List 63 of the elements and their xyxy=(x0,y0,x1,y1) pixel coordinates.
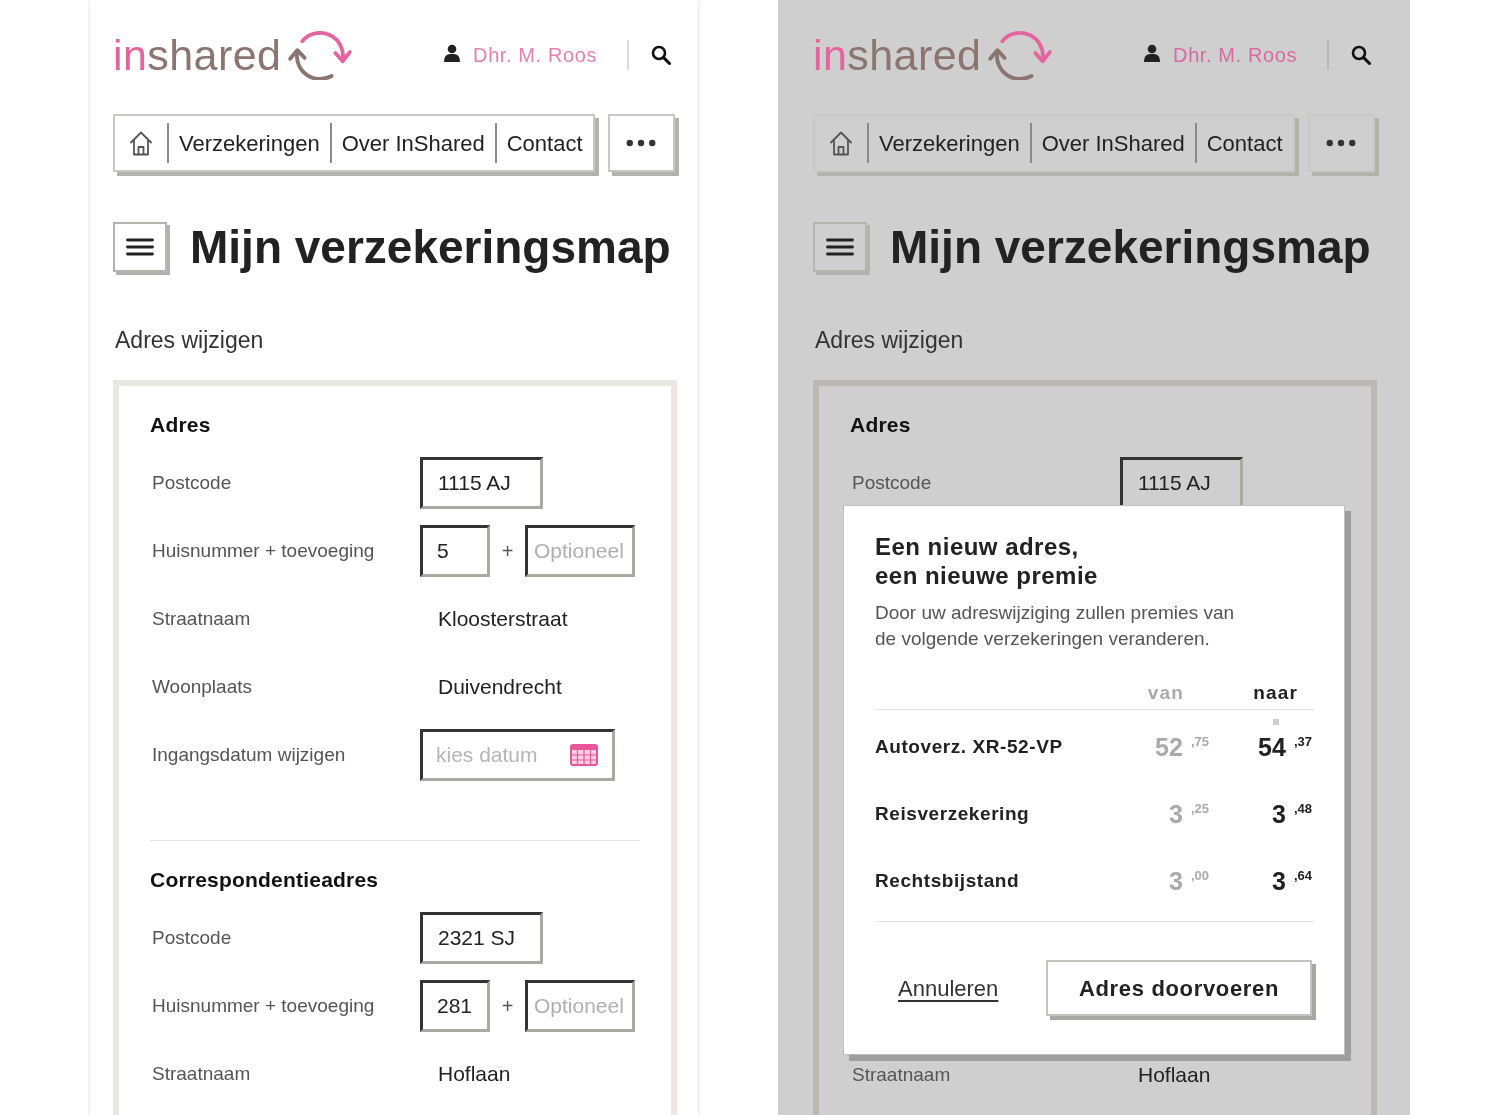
new-premium: 3$^{,48}$ xyxy=(1272,801,1313,827)
new-premium: 3$^{,64}$ xyxy=(1272,868,1313,894)
field-value: Hoflaan xyxy=(437,1061,511,1088)
field-label: Postcode xyxy=(851,470,933,495)
field-label: Ingangsdatum wijzigen xyxy=(151,742,347,767)
menu-button[interactable] xyxy=(113,222,167,272)
user-icon xyxy=(1144,44,1161,62)
search-icon[interactable] xyxy=(651,45,671,65)
field-label: Straatnaam xyxy=(851,1062,952,1087)
old-premium: 3$^{,00}$ xyxy=(1169,868,1210,894)
insurance-name: Rechtsbijstand xyxy=(875,868,1021,893)
field-label: Postcode xyxy=(151,925,233,950)
field-value: Hoflaan xyxy=(1137,1062,1211,1089)
nav-link[interactable]: Contact xyxy=(496,126,593,160)
circular-arrows-icon xyxy=(987,30,1054,80)
more-icon xyxy=(1326,139,1357,147)
plus-sign: + xyxy=(500,994,515,1019)
field-label: Woonplaats xyxy=(151,674,253,699)
column-header: van xyxy=(1146,681,1185,705)
page-subtitle: Adres wijzigen xyxy=(814,326,965,354)
input-field[interactable]: 2321 SJ xyxy=(420,912,543,964)
nav-link[interactable]: Over InShared xyxy=(331,126,495,160)
field-value: Duivendrecht xyxy=(437,674,562,701)
page-subtitle: Adres wijzigen xyxy=(114,326,265,354)
old-premium: 3$^{,25}$ xyxy=(1169,801,1210,827)
search-icon[interactable] xyxy=(1351,45,1371,65)
section-heading: Correspondentieadres xyxy=(150,867,380,893)
section-heading: Adres xyxy=(850,412,912,438)
field-label: Postcode xyxy=(151,470,233,495)
new-premium: 54$^{,37}$ xyxy=(1258,734,1313,760)
input-field[interactable]: Optioneel xyxy=(525,980,635,1032)
input-field[interactable]: 1115 AJ xyxy=(420,457,543,509)
nav-link[interactable]: Verzekeringen xyxy=(169,126,330,160)
dialog-text: Door uw adreswijziging zullen premies van de volgende verzekeringen veranderen. xyxy=(875,601,1236,651)
more-icon xyxy=(626,139,657,147)
home-icon xyxy=(129,130,153,156)
field-label: Huisnummer + toevoeging xyxy=(151,993,376,1018)
user-icon xyxy=(444,44,461,62)
insurance-name: Reisverzekering xyxy=(875,801,1031,826)
input-field[interactable]: 5 xyxy=(420,525,490,577)
field-label: Huisnummer + toevoeging xyxy=(151,538,376,563)
nav-link[interactable]: Contact xyxy=(1196,126,1293,160)
logo-wordmark[interactable]: inshared xyxy=(113,33,282,77)
old-premium: 52$^{,75}$ xyxy=(1155,734,1210,760)
home-icon xyxy=(829,130,853,156)
date-field[interactable]: kies datum xyxy=(420,729,615,781)
menu-icon xyxy=(826,237,854,257)
input-field[interactable]: Optioneel xyxy=(525,525,635,577)
field-value: Kloosterstraat xyxy=(437,606,568,633)
menu-icon xyxy=(126,237,154,257)
nav-link[interactable]: Over InShared xyxy=(1031,126,1195,160)
input-field[interactable]: 281 xyxy=(420,980,490,1032)
column-header: naar xyxy=(1252,681,1299,705)
plus-sign: + xyxy=(500,539,515,564)
cancel-link[interactable]: Annuleren xyxy=(898,971,999,1005)
field-label: Straatnaam xyxy=(151,606,252,631)
circular-arrows-icon xyxy=(287,30,354,80)
field-label: Straatnaam xyxy=(151,1061,252,1086)
nav-link[interactable]: Verzekeringen xyxy=(869,126,1030,160)
insurance-name: Autoverz. XR-52-VP xyxy=(875,734,1064,759)
section-heading: Adres xyxy=(150,412,212,438)
dialog-title: Een nieuw adres, een nieuwe premie xyxy=(875,532,1099,590)
menu-button[interactable] xyxy=(813,222,867,272)
